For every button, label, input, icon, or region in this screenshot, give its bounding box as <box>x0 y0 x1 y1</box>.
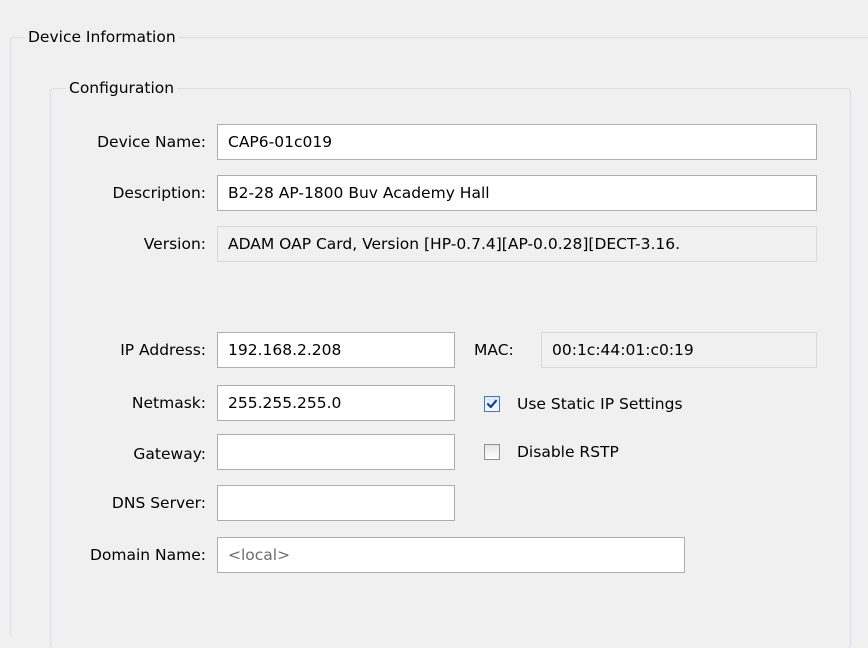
dns-server-label: DNS Server: <box>111 494 206 512</box>
description-label: Description: <box>112 184 207 202</box>
use-static-ip-checkbox[interactable] <box>484 396 500 412</box>
mac-label: MAC: <box>474 341 514 359</box>
description-field[interactable]: B2-28 AP-1800 Buv Academy Hall <box>217 175 817 211</box>
netmask-label: Netmask: <box>131 394 206 412</box>
checkmark-icon <box>486 399 498 409</box>
dns-server-field[interactable] <box>217 485 455 521</box>
netmask-field[interactable]: 255.255.255.0 <box>217 385 455 421</box>
domain-name-field[interactable]: <local> <box>217 537 685 573</box>
device-name-field[interactable]: CAP6-01c019 <box>217 124 817 160</box>
domain-name-label: Domain Name: <box>89 546 206 564</box>
gateway-label: Gateway: <box>133 445 206 463</box>
device-name-label: Device Name: <box>97 133 206 151</box>
mac-field: 00:1c:44:01:c0:19 <box>541 332 817 368</box>
version-field: ADAM OAP Card, Version [HP-0.7.4][AP-0.0… <box>217 226 817 262</box>
gateway-field[interactable] <box>217 434 455 470</box>
disable-rstp-label[interactable]: Disable RSTP <box>517 442 619 462</box>
device-information-title: Device Information <box>25 27 179 47</box>
version-label: Version: <box>143 235 206 253</box>
disable-rstp-checkbox[interactable] <box>484 444 500 460</box>
use-static-ip-label[interactable]: Use Static IP Settings <box>517 394 683 414</box>
configuration-title: Configuration <box>66 78 178 98</box>
ip-address-label: IP Address: <box>120 341 206 359</box>
ip-address-field[interactable]: 192.168.2.208 <box>217 332 455 368</box>
